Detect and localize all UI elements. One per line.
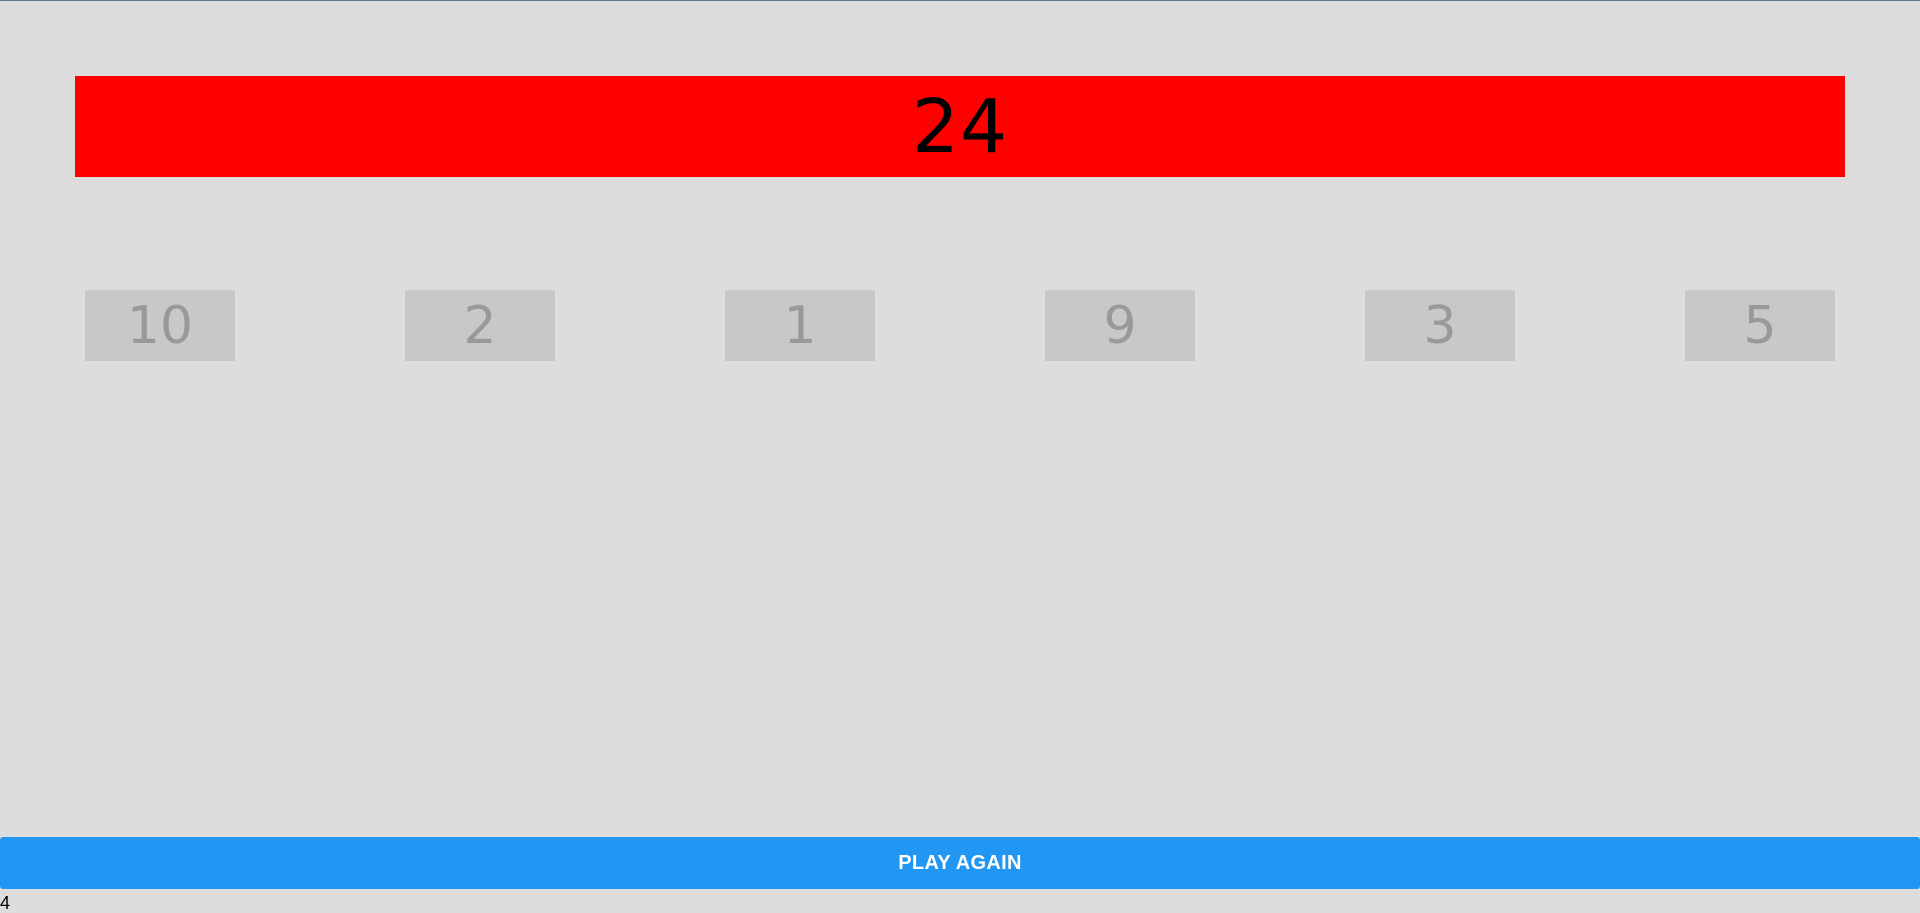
game-screen: 24 10 2 1 9 3 5 PLAY AGAIN 4 bbox=[0, 0, 1920, 913]
target-number: 24 bbox=[911, 83, 1009, 170]
target-display: 24 bbox=[75, 76, 1845, 177]
number-tile[interactable]: 2 bbox=[405, 290, 555, 361]
number-tile[interactable]: 1 bbox=[725, 290, 875, 361]
footer-counter: 4 bbox=[0, 893, 11, 913]
number-tile[interactable]: 3 bbox=[1365, 290, 1515, 361]
number-tile[interactable]: 10 bbox=[85, 290, 235, 361]
number-tiles-row: 10 2 1 9 3 5 bbox=[0, 290, 1920, 361]
play-again-button[interactable]: PLAY AGAIN bbox=[0, 837, 1920, 889]
number-tile[interactable]: 5 bbox=[1685, 290, 1835, 361]
number-tile[interactable]: 9 bbox=[1045, 290, 1195, 361]
